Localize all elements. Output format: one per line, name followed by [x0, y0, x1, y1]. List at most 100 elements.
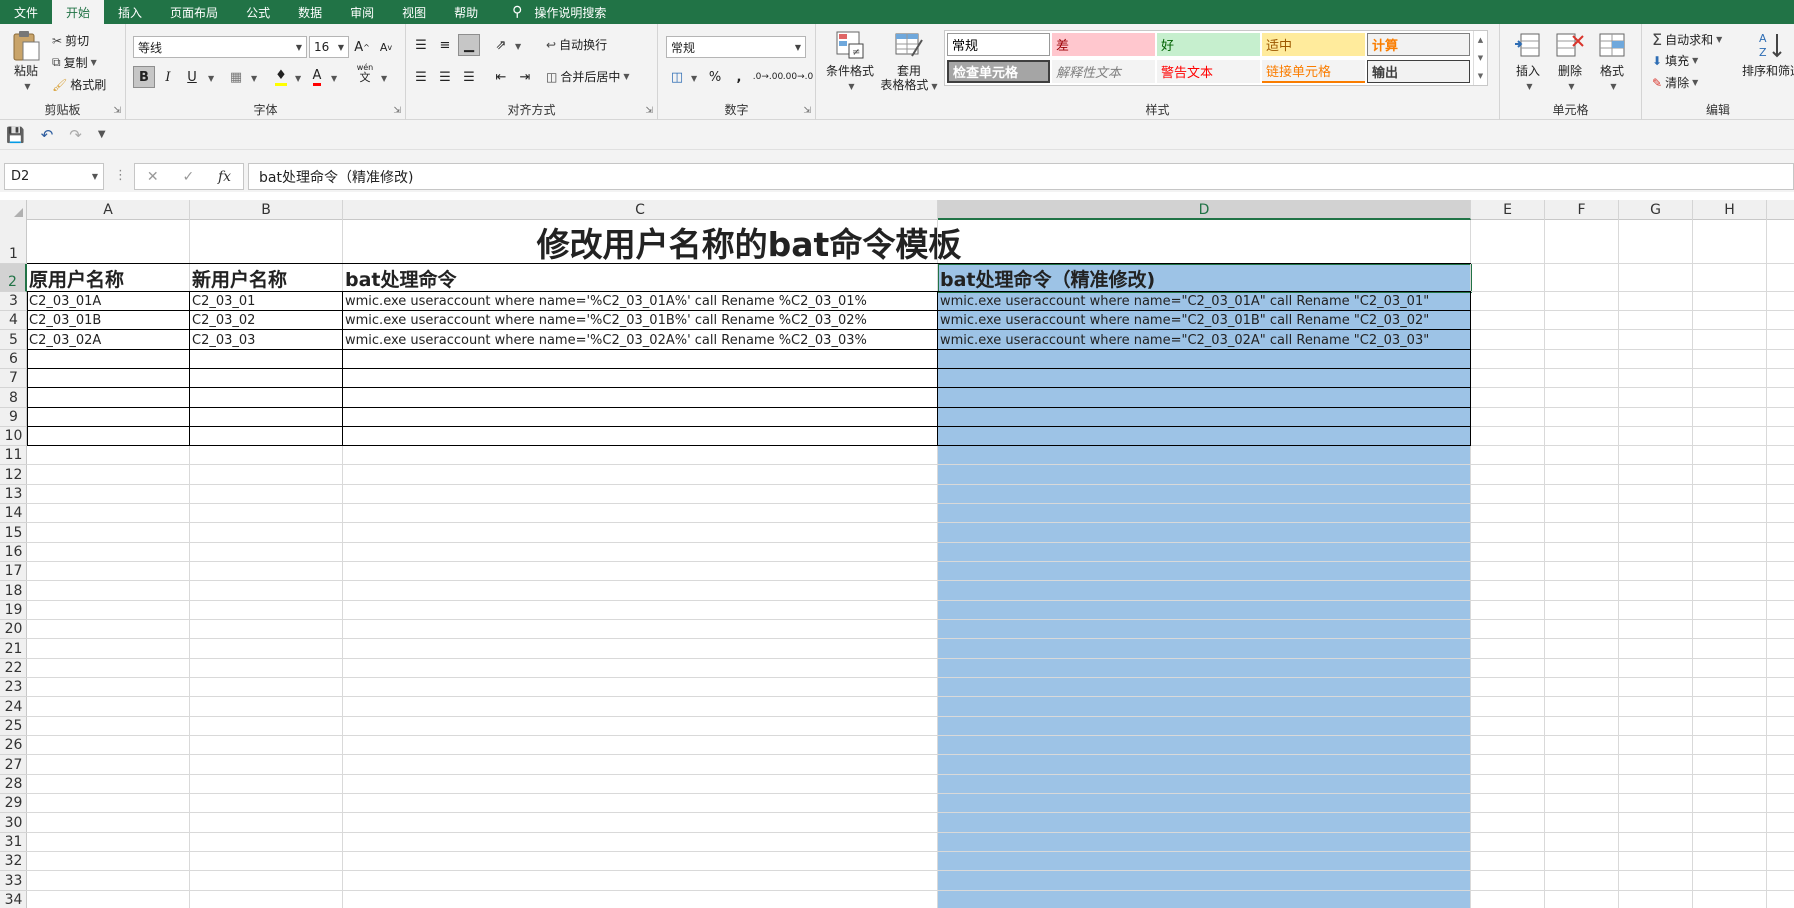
- style-check-cell[interactable]: 检查单元格: [947, 60, 1050, 83]
- row-header-6[interactable]: 6: [0, 350, 27, 369]
- row-header-23[interactable]: 23: [0, 678, 27, 697]
- comma-style-button[interactable]: ,: [728, 66, 750, 88]
- row-header-25[interactable]: 25: [0, 717, 27, 736]
- sort-filter-button[interactable]: AZ 排序和筛选: [1742, 30, 1794, 78]
- more-options-icon[interactable]: ⋮: [114, 168, 127, 183]
- increase-decimal-button[interactable]: .0→.00: [753, 66, 783, 88]
- phonetic-guide-button[interactable]: wén 文: [354, 62, 376, 84]
- shrink-font-button[interactable]: Av: [375, 36, 397, 58]
- table-cell[interactable]: C2_03_02: [190, 311, 343, 330]
- row-header-1[interactable]: 1: [0, 220, 27, 264]
- chevron-down-icon[interactable]: ▼: [208, 74, 214, 83]
- table-cell[interactable]: C2_03_01A: [27, 292, 190, 311]
- bold-button[interactable]: B: [133, 66, 155, 88]
- row-header-26[interactable]: 26: [0, 736, 27, 755]
- row-header-24[interactable]: 24: [0, 697, 27, 717]
- tab-review[interactable]: 审阅: [336, 0, 388, 24]
- delete-cells-button[interactable]: 删除 ▼: [1550, 30, 1590, 94]
- tell-me-search[interactable]: ⚲ 操作说明搜索: [492, 0, 620, 24]
- column-header-d[interactable]: D: [938, 200, 1471, 220]
- row-header-3[interactable]: 3: [0, 292, 27, 311]
- table-cell[interactable]: C2_03_02A: [27, 330, 190, 350]
- style-normal[interactable]: 常规: [947, 33, 1050, 56]
- style-warning[interactable]: 警告文本: [1157, 60, 1260, 83]
- table-cell[interactable]: C2_03_01: [190, 292, 343, 311]
- number-format-select[interactable]: 常规 ▼: [666, 36, 806, 58]
- merge-center-button[interactable]: ◫ 合并后居中 ▼: [546, 68, 630, 85]
- worksheet-grid[interactable]: ABCDEFGHI 123456789101112131415161718192…: [0, 200, 1794, 908]
- chevron-down-icon[interactable]: ▼: [295, 74, 301, 83]
- header-new-name[interactable]: 新用户名称: [190, 264, 343, 292]
- dialog-launcher-icon[interactable]: ⇲: [393, 106, 401, 116]
- row-header-33[interactable]: 33: [0, 871, 27, 891]
- font-color-icon[interactable]: A: [306, 66, 328, 88]
- table-cell[interactable]: C2_03_01B: [27, 311, 190, 330]
- paste-button[interactable]: 粘贴 ▼: [8, 30, 44, 94]
- format-painter-button[interactable]: 🖌 格式刷: [52, 76, 106, 93]
- row-header-30[interactable]: 30: [0, 813, 27, 833]
- style-good[interactable]: 好: [1157, 33, 1260, 56]
- column-header-c[interactable]: C: [343, 200, 938, 220]
- autosum-button[interactable]: Σ 自动求和 ▼: [1652, 30, 1722, 49]
- row-header-10[interactable]: 10: [0, 427, 27, 446]
- clear-button[interactable]: ✎ 清除 ▼: [1652, 74, 1698, 91]
- cancel-icon[interactable]: ✕: [147, 169, 159, 185]
- font-size-select[interactable]: 16 ▼: [309, 36, 349, 58]
- italic-button[interactable]: I: [157, 66, 179, 88]
- tab-file[interactable]: 文件: [0, 0, 52, 24]
- formula-input[interactable]: bat处理命令（精准修改): [248, 163, 1794, 190]
- name-box[interactable]: D2 ▼: [4, 163, 104, 190]
- insert-cells-button[interactable]: 插入 ▼: [1508, 30, 1548, 94]
- align-bottom-icon[interactable]: ▁: [458, 34, 480, 56]
- style-neutral[interactable]: 适中: [1262, 33, 1365, 56]
- fill-button[interactable]: ⬇ 填充 ▼: [1652, 52, 1698, 69]
- row-header-21[interactable]: 21: [0, 639, 27, 659]
- tab-view[interactable]: 视图: [388, 0, 440, 24]
- row-header-11[interactable]: 11: [0, 446, 27, 465]
- copy-button[interactable]: ⧉ 复制 ▼: [52, 54, 97, 71]
- style-bad[interactable]: 差: [1052, 33, 1155, 56]
- chevron-down-icon[interactable]: ▼: [515, 42, 521, 51]
- save-icon[interactable]: 💾: [6, 126, 25, 144]
- align-top-icon[interactable]: ☰: [410, 34, 432, 56]
- row-header-13[interactable]: 13: [0, 485, 27, 504]
- row-header-18[interactable]: 18: [0, 581, 27, 601]
- row-header-5[interactable]: 5: [0, 330, 27, 350]
- row-header-2[interactable]: 2: [0, 264, 27, 292]
- table-cell[interactable]: wmic.exe useraccount where name="C2_03_0…: [938, 292, 1471, 311]
- select-all-button[interactable]: [0, 200, 27, 220]
- accounting-icon[interactable]: ◫: [666, 66, 688, 88]
- format-as-table-button[interactable]: 套用 表格格式 ▼: [876, 30, 942, 94]
- row-header-4[interactable]: 4: [0, 311, 27, 330]
- chevron-down-icon[interactable]: ▼: [1478, 54, 1483, 62]
- table-cell[interactable]: wmic.exe useraccount where name="C2_03_0…: [938, 311, 1471, 330]
- row-header-7[interactable]: 7: [0, 369, 27, 388]
- row-header-31[interactable]: 31: [0, 833, 27, 852]
- tab-help[interactable]: 帮助: [440, 0, 492, 24]
- column-header-a[interactable]: A: [27, 200, 190, 220]
- tab-data[interactable]: 数据: [284, 0, 336, 24]
- cut-button[interactable]: ✂ 剪切: [52, 32, 89, 49]
- table-cell[interactable]: wmic.exe useraccount where name='%C2_03_…: [343, 330, 938, 350]
- table-cell[interactable]: wmic.exe useraccount where name='%C2_03_…: [343, 292, 938, 311]
- column-header-i[interactable]: I: [1767, 200, 1794, 220]
- redo-icon[interactable]: ↷: [69, 126, 82, 144]
- row-header-32[interactable]: 32: [0, 852, 27, 871]
- decrease-decimal-button[interactable]: .00→.0: [783, 66, 813, 88]
- column-header-f[interactable]: F: [1545, 200, 1619, 220]
- dialog-launcher-icon[interactable]: ⇲: [113, 106, 121, 116]
- row-header-14[interactable]: 14: [0, 504, 27, 523]
- wrap-text-button[interactable]: ↩ 自动换行: [546, 36, 607, 53]
- increase-indent-icon[interactable]: ⇥: [514, 66, 536, 88]
- column-header-g[interactable]: G: [1619, 200, 1693, 220]
- customize-toolbar-icon[interactable]: ▼: [98, 129, 106, 140]
- table-cell[interactable]: wmic.exe useraccount where name="C2_03_0…: [938, 330, 1471, 350]
- column-header-b[interactable]: B: [190, 200, 343, 220]
- align-middle-icon[interactable]: ≡: [434, 34, 456, 56]
- row-header-12[interactable]: 12: [0, 465, 27, 485]
- header-original-name[interactable]: 原用户名称: [27, 264, 190, 292]
- cells-area[interactable]: 修改用户名称的bat命令模板 原用户名称 新用户名称 bat处理命令 bat处理…: [27, 220, 1794, 908]
- tab-formulas[interactable]: 公式: [232, 0, 284, 24]
- conditional-format-button[interactable]: ≠ 条件格式 ▼: [822, 30, 878, 94]
- chevron-up-icon[interactable]: ▲: [1478, 36, 1483, 44]
